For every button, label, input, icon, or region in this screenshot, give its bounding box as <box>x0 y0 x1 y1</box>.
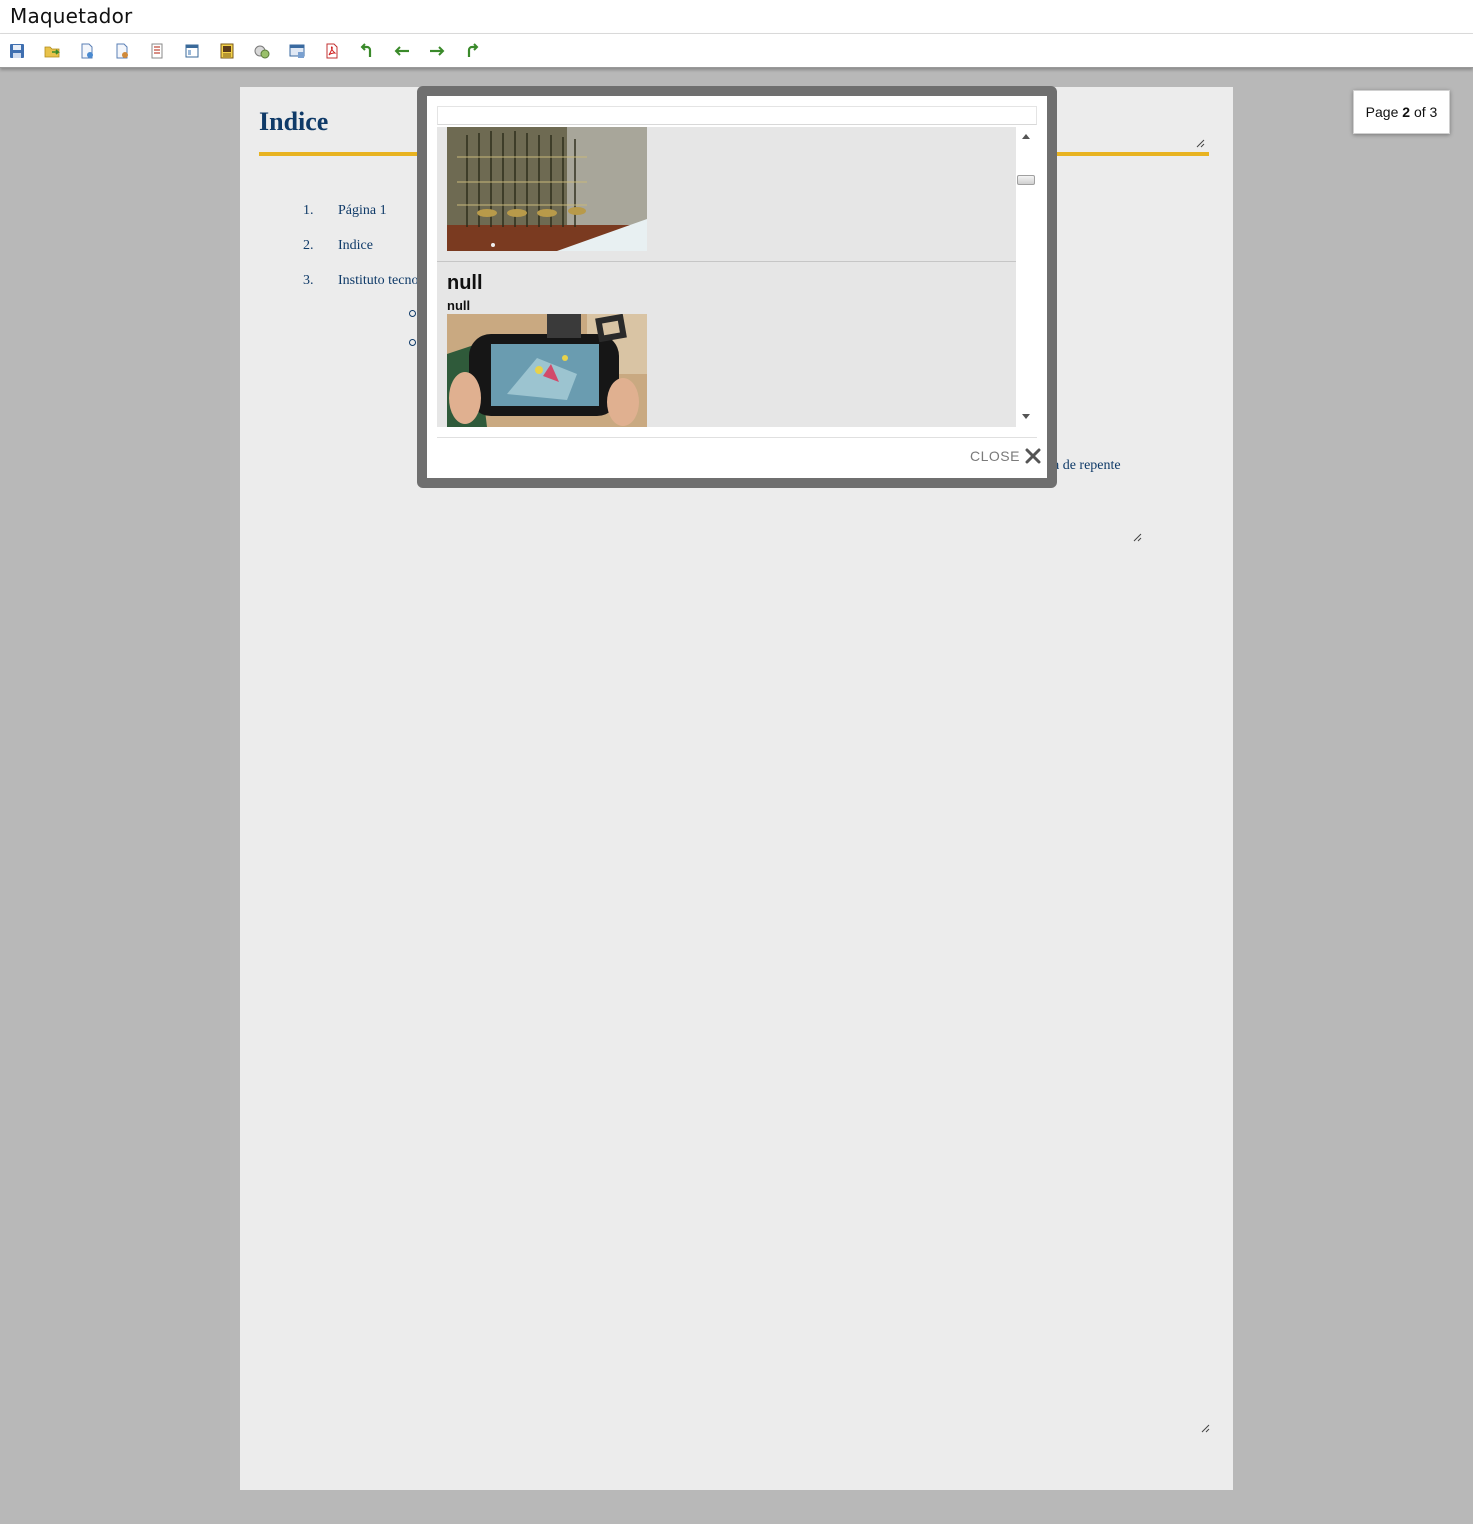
list-item[interactable] <box>437 127 1016 261</box>
open-folder-icon[interactable] <box>43 42 61 60</box>
media-list-viewport: null null <box>437 127 1016 427</box>
preview-icon[interactable] <box>288 42 306 60</box>
sub-bullet <box>409 339 416 346</box>
delete-page-icon[interactable] <box>113 42 131 60</box>
new-page-icon[interactable] <box>78 42 96 60</box>
layout-icon[interactable] <box>183 42 201 60</box>
page-title[interactable]: Indice <box>259 107 328 137</box>
resize-handle-icon[interactable] <box>1201 1424 1210 1433</box>
item-subtitle: null <box>447 298 471 313</box>
total-page-count: 3 <box>1429 104 1438 120</box>
modal-body: null null CLOSE <box>427 96 1047 478</box>
machine-thumbnail[interactable] <box>447 127 647 251</box>
toc-number: 1. <box>303 203 314 218</box>
resize-handle-icon[interactable] <box>1133 533 1142 542</box>
close-label: CLOSE <box>970 448 1020 464</box>
app-header: Maquetador <box>0 0 1473 34</box>
previous-page-icon[interactable] <box>393 42 411 60</box>
undo-icon[interactable] <box>358 42 376 60</box>
list-item[interactable]: null null <box>437 262 1016 427</box>
app-title: Maquetador <box>10 4 133 28</box>
next-page-icon[interactable] <box>428 42 446 60</box>
current-page-number: 2 <box>1402 104 1411 120</box>
insert-image-icon[interactable] <box>218 42 236 60</box>
handheld-console-thumbnail[interactable] <box>447 314 647 427</box>
media-list[interactable]: null null <box>437 127 1037 427</box>
save-icon[interactable] <box>8 42 26 60</box>
scroll-down-icon[interactable] <box>1022 414 1030 419</box>
insert-media-icon[interactable] <box>253 42 271 60</box>
close-icon[interactable] <box>1025 448 1041 464</box>
toc-number: 2. <box>303 238 314 253</box>
page-properties-icon[interactable] <box>148 42 166 60</box>
scroll-up-icon[interactable] <box>1022 134 1030 139</box>
body-text[interactable]: da de repente <box>1046 458 1121 474</box>
modal-footer-divider <box>437 437 1037 438</box>
search-input[interactable] <box>437 106 1037 125</box>
page-indicator-prefix: Page <box>1365 104 1399 120</box>
resize-handle-icon[interactable] <box>1196 139 1205 148</box>
toc-number: 3. <box>303 273 314 288</box>
toc-link[interactable]: Instituto tecnolo <box>338 273 429 289</box>
sub-bullet <box>409 310 416 317</box>
close-button[interactable]: CLOSE <box>970 446 1041 466</box>
pdf-icon[interactable] <box>323 42 341 60</box>
toc-link[interactable]: Página 1 <box>338 203 387 219</box>
list-scrollbar[interactable] <box>1016 127 1037 427</box>
redo-icon[interactable] <box>463 42 481 60</box>
page-indicator-of: of <box>1413 104 1426 120</box>
toolbar <box>0 34 1473 68</box>
item-title: null <box>447 272 483 294</box>
page-indicator: Page 2 of 3 <box>1353 90 1450 134</box>
media-picker-modal: null null CLOSE <box>417 86 1057 488</box>
toc-link[interactable]: Indice <box>338 238 373 254</box>
scrollbar-thumb[interactable] <box>1017 175 1035 185</box>
